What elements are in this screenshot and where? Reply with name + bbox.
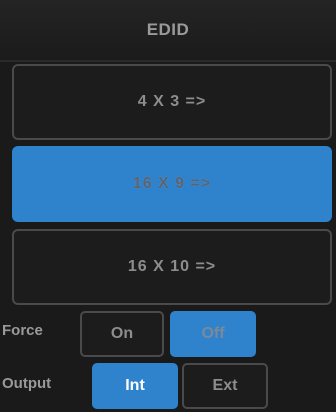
edid-16x9-button[interactable]: 16 X 9 => [12,146,332,222]
output-label: Output [2,375,52,392]
force-off-button[interactable]: Off [170,311,256,357]
page-title: EDID [146,20,190,39]
edid-4x3-label: 4 X 3 => [137,93,207,110]
output-ext-button[interactable]: Ext [182,363,268,409]
output-int-label: Int [125,377,145,394]
force-label: Force [2,322,43,339]
edid-16x9-label: 16 X 9 => [132,175,212,192]
force-on-button[interactable]: On [80,311,164,357]
edid-16x10-label: 16 X 10 => [127,258,217,275]
output-ext-label: Ext [212,377,238,394]
force-on-label: On [110,325,134,342]
force-off-label: Off [201,325,225,342]
output-int-button[interactable]: Int [92,363,178,409]
edid-header: EDID [0,0,336,62]
edid-16x10-button[interactable]: 16 X 10 => [12,229,332,305]
edid-4x3-button[interactable]: 4 X 3 => [12,64,332,140]
